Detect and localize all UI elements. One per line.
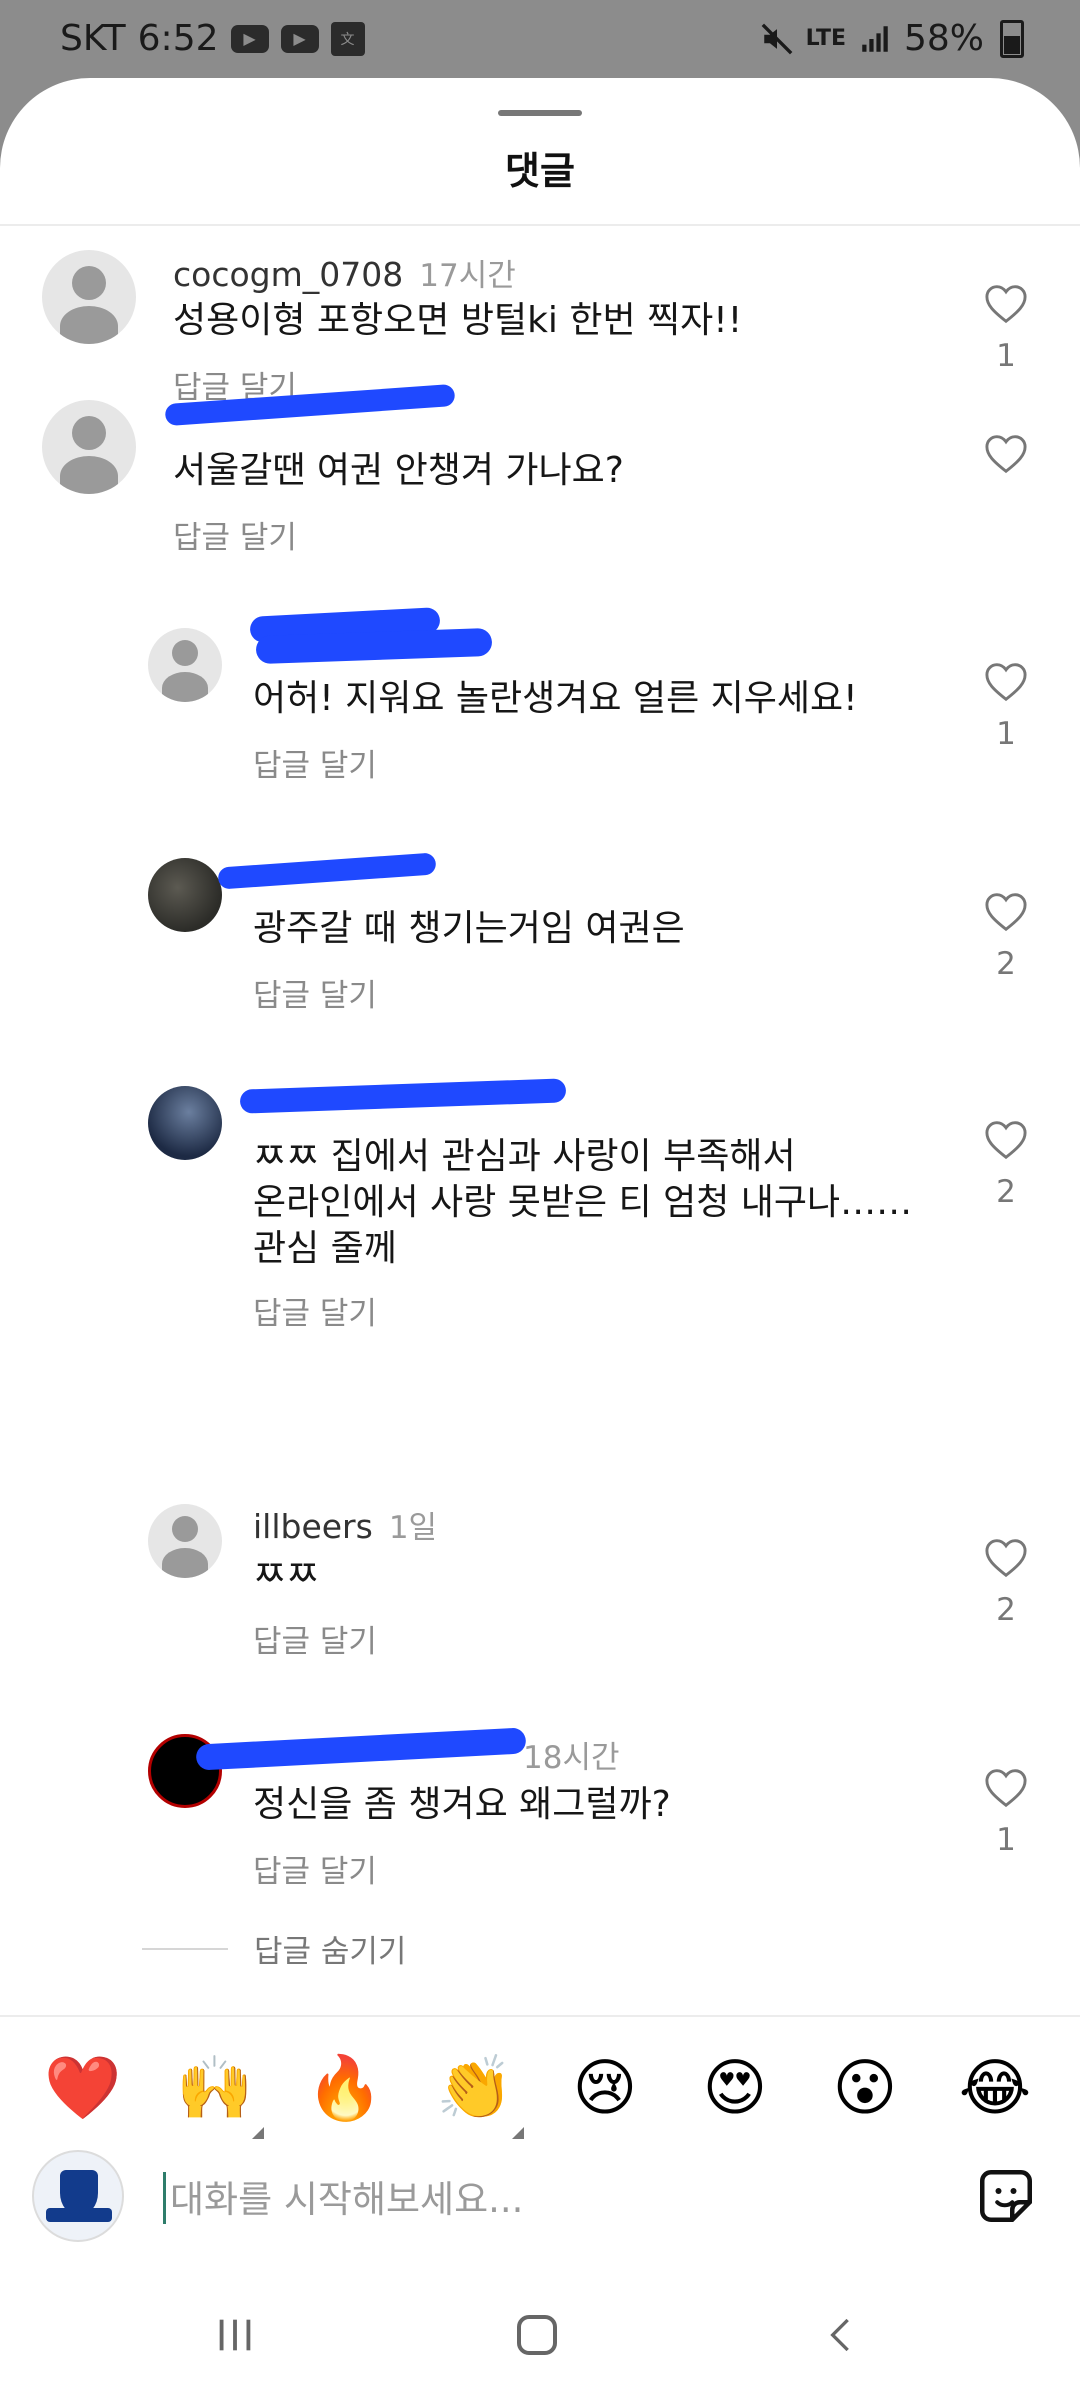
like-count: 2 <box>996 1592 1016 1628</box>
comment-text: 광주갈 때 챙기는거임 여권은 <box>253 908 685 949</box>
drag-handle[interactable] <box>498 110 582 116</box>
clock: 6:52 <box>137 18 219 59</box>
heart-outline-icon[interactable] <box>984 892 1028 932</box>
like-count: 1 <box>996 1822 1016 1858</box>
emoji-clapping: 👏 <box>436 2051 514 2124</box>
comment-text-line: ㅉㅉ 집에서 관심과 사랑이 부족해서 <box>253 1136 796 1177</box>
youtube-notification-icon: ▶ <box>280 24 319 53</box>
comment-text: ㅉㅉ <box>253 1554 320 1595</box>
back-icon[interactable] <box>821 2310 861 2360</box>
signal-icon <box>862 25 888 52</box>
reply-button[interactable]: 답글 달기 <box>173 512 297 557</box>
like-count: 1 <box>996 716 1016 752</box>
heart-outline-icon[interactable] <box>984 1538 1028 1578</box>
heart-outline-icon[interactable] <box>984 662 1028 702</box>
youtube-notification-icon: ▶ <box>230 24 269 53</box>
battery-icon <box>1000 19 1024 58</box>
status-bar: SKT 6:52 ▶ ▶ 文 LTE 58% <box>0 0 1080 78</box>
default-avatar[interactable] <box>148 1504 222 1578</box>
heart-outline-icon[interactable] <box>984 434 1028 474</box>
mute-icon <box>761 23 792 54</box>
default-avatar[interactable] <box>42 250 136 344</box>
battery-percent: 58% <box>903 18 984 59</box>
like-button[interactable] <box>980 434 1032 488</box>
heart-outline-icon[interactable] <box>984 284 1028 324</box>
screen: SKT 6:52 ▶ ▶ 文 LTE 58% 댓글 cocogm_0708 17시… <box>0 0 1080 2400</box>
default-avatar[interactable] <box>148 628 222 702</box>
recents-icon[interactable] <box>211 2312 259 2358</box>
like-count: 1 <box>996 338 1016 374</box>
emoji-divider <box>0 2015 1080 2017</box>
comment-text-line: 관심 줄께 <box>253 1228 397 1269</box>
heart-outline-icon[interactable] <box>984 1120 1028 1160</box>
user-photo-avatar[interactable] <box>148 1086 222 1160</box>
redaction-scribble <box>239 1078 567 1114</box>
hide-replies-button[interactable]: 답글 숨기기 <box>254 1926 406 1971</box>
my-avatar <box>32 2150 124 2242</box>
comment-username[interactable]: illbeers 1일 <box>253 1502 437 1547</box>
heart-outline-icon[interactable] <box>984 1768 1028 1808</box>
comment-text: 어허! 지워요 놀란생겨요 얼른 지우세요! <box>253 678 858 719</box>
like-button[interactable]: 1 <box>980 662 1032 752</box>
reply-button[interactable]: 답글 달기 <box>253 1616 377 1661</box>
emoji-clapping-button[interactable]: 👏 <box>430 2043 524 2139</box>
comment-username[interactable]: cocogm_0708 17시간 <box>173 250 516 295</box>
lte-indicator: LTE <box>805 26 846 51</box>
emoji-heart-button[interactable]: ❤️ <box>38 2043 128 2133</box>
comment-input-row <box>0 2150 1080 2250</box>
comment-text: 정신을 좀 챙겨요 왜그럴까? <box>253 1784 671 1825</box>
comment-time: 1일 <box>388 1510 438 1546</box>
emoji-fire-button[interactable]: 🔥 <box>300 2043 390 2133</box>
home-button[interactable] <box>492 2290 582 2380</box>
comment-text-line: 온라인에서 사랑 못받은 티 엄청 내구나…… <box>253 1182 913 1223</box>
user-photo-avatar[interactable] <box>148 858 222 932</box>
default-avatar[interactable] <box>42 400 136 494</box>
hide-replies-line <box>142 1948 228 1950</box>
skin-tone-indicator <box>512 2127 524 2139</box>
title-divider <box>0 224 1080 226</box>
like-button[interactable]: 2 <box>980 1538 1032 1628</box>
reply-button[interactable]: 답글 달기 <box>253 970 377 1015</box>
reply-button[interactable]: 답글 달기 <box>253 740 377 785</box>
emoji-heart-eyes-button[interactable]: 😍 <box>690 2043 780 2133</box>
status-right: LTE 58% <box>760 18 1024 59</box>
text-caret <box>163 2172 166 2224</box>
recents-button[interactable] <box>190 2290 280 2380</box>
like-button[interactable]: 2 <box>980 892 1032 982</box>
carrier-label: SKT <box>60 18 126 59</box>
emoji-crying-button[interactable]: 😢 <box>560 2043 650 2133</box>
comment-text: 성용이형 포항오면 방털ki 한번 찍자!! <box>173 300 743 341</box>
comment-input[interactable] <box>168 2160 932 2238</box>
reply-button[interactable]: 답글 달기 <box>253 1846 377 1891</box>
like-button[interactable]: 1 <box>980 1768 1032 1858</box>
emblem-ribbon <box>46 2208 112 2222</box>
home-icon[interactable] <box>513 2311 561 2359</box>
skin-tone-indicator <box>252 2127 264 2139</box>
comment-time: 18시간 <box>523 1740 620 1776</box>
like-count: 2 <box>996 1174 1016 1210</box>
emoji-surprised-button[interactable]: 😮 <box>820 2043 910 2133</box>
system-nav-bar <box>0 2290 1080 2380</box>
comments-sheet: 댓글 cocogm_0708 17시간 성용이형 포항오면 방털ki 한번 찍자!… <box>0 78 1080 2400</box>
like-count: 2 <box>996 946 1016 982</box>
like-button[interactable]: 2 <box>980 1120 1032 1210</box>
back-button[interactable] <box>796 2290 886 2380</box>
emoji-laughing-button[interactable]: 😂 <box>950 2043 1040 2133</box>
sheet-title: 댓글 <box>505 149 575 193</box>
emoji-quick-bar: ❤️ 🙌 🔥 👏 😢 😍 😮 😂 <box>0 2043 1080 2139</box>
status-left: SKT 6:52 ▶ ▶ 文 <box>60 18 365 59</box>
comment-text: 서울갈땐 여권 안챙겨 가나요? <box>173 450 624 491</box>
like-button[interactable]: 1 <box>980 284 1032 374</box>
comment-time: 17시간 <box>419 258 516 294</box>
redaction-scribble <box>217 852 437 890</box>
reply-button[interactable]: 답글 달기 <box>253 1288 377 1333</box>
comment-text: ㅉㅉ 집에서 관심과 사랑이 부족해서 온라인에서 사랑 못받은 티 엄청 내구… <box>253 1134 912 1272</box>
translate-notification-icon: 文 <box>330 21 365 56</box>
emoji-raising-hands: 🙌 <box>176 2051 254 2124</box>
emoji-raising-hands-button[interactable]: 🙌 <box>170 2043 264 2139</box>
sticker-icon[interactable] <box>976 2166 1036 2226</box>
